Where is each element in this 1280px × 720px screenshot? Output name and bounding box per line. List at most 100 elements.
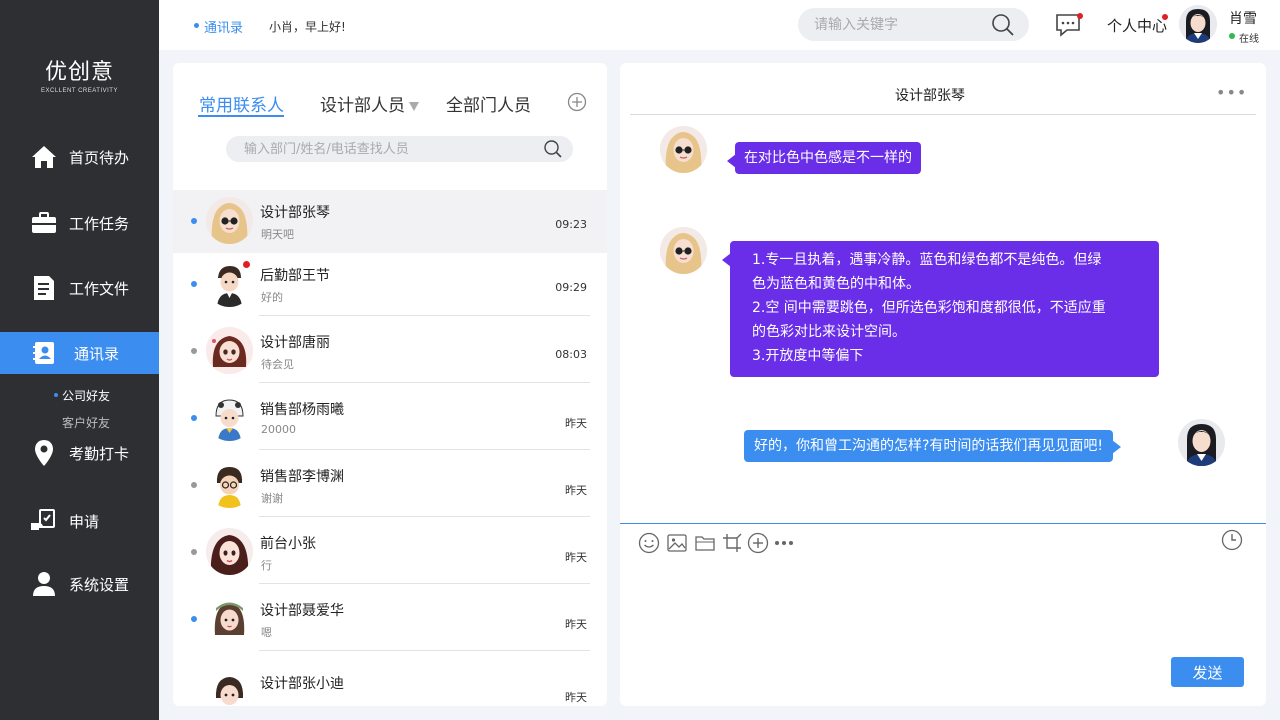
more-options-icon[interactable]: ••• bbox=[1216, 83, 1247, 102]
apply-hand-icon bbox=[30, 507, 58, 535]
message-line: 3.开放度中等偏下 bbox=[752, 348, 864, 364]
emoji-icon[interactable] bbox=[638, 532, 660, 554]
subnav-client-friends[interactable]: 客户好友 bbox=[62, 414, 110, 431]
contact-last-message: 明天吧 bbox=[261, 228, 294, 241]
online-status: 在线 bbox=[1229, 30, 1259, 45]
contact-list-item[interactable]: 后勤部王节 好的 09:29 bbox=[173, 253, 607, 316]
contact-time: 09:29 bbox=[555, 281, 587, 294]
contact-last-message: 好的 bbox=[261, 291, 283, 304]
sidebar-item-label: 申请 bbox=[69, 512, 100, 531]
contact-name: 销售部李博渊 bbox=[260, 469, 344, 485]
sidebar-item-label: 首页待办 bbox=[69, 148, 130, 167]
contact-avatar bbox=[206, 461, 253, 508]
sidebar-item-files[interactable]: 工作文件 bbox=[0, 267, 159, 309]
contact-name: 前台小张 bbox=[260, 536, 316, 552]
logo-text-cn: 优创意 bbox=[44, 60, 114, 85]
contact-last-message: 嗯 bbox=[261, 626, 272, 639]
contact-name: 设计部张琴 bbox=[260, 205, 330, 221]
crop-icon[interactable] bbox=[721, 532, 743, 554]
tab-all-departments[interactable]: 全部门人员 bbox=[446, 91, 531, 116]
user-avatar[interactable] bbox=[1179, 5, 1217, 43]
sidebar-item-label: 通讯录 bbox=[74, 344, 120, 363]
personal-center-link[interactable]: 个人中心 bbox=[1107, 15, 1167, 36]
tab-frequent-contacts[interactable]: 常用联系人 bbox=[199, 91, 284, 116]
search-icon[interactable] bbox=[991, 13, 1015, 37]
message-line: 好的，你和曾工沟通的怎样?有时间的话我们再见见面吧! bbox=[754, 438, 1104, 454]
user-settings-icon bbox=[30, 570, 58, 598]
sidebar: 优创意 EXCLLENT CREATIVITY 首页待办 工作任务 工作文件 通… bbox=[0, 0, 159, 720]
sidebar-item-contacts[interactable]: 通讯录 bbox=[0, 332, 159, 374]
input-divider bbox=[620, 523, 1266, 524]
contact-avatar bbox=[206, 595, 253, 642]
sidebar-item-attendance[interactable]: 考勤打卡 bbox=[0, 432, 159, 474]
logo-text-en: EXCLLENT CREATIVITY bbox=[41, 88, 118, 94]
message-bubble-received: 1.专一且执着，遇事冷静。蓝色和绿色都不是纯色。但绿 色为蓝色和黄色的中和体。 … bbox=[722, 241, 1159, 377]
sender-avatar bbox=[660, 227, 707, 274]
contact-time: 昨天 bbox=[565, 618, 587, 631]
contacts-panel: 常用联系人 设计部人员 全部门人员 设计部张琴 明天吧 09:23 后勤部王节 … bbox=[173, 63, 607, 706]
contact-name: 销售部杨雨曦 bbox=[260, 402, 344, 418]
contact-name: 设计部唐丽 bbox=[260, 335, 330, 351]
subnav-company-friends[interactable]: 公司好友 bbox=[53, 387, 110, 404]
add-circle-icon[interactable] bbox=[747, 532, 769, 554]
contact-avatar bbox=[206, 197, 253, 244]
sidebar-item-apply[interactable]: 申请 bbox=[0, 500, 159, 542]
message-line: 色为蓝色和黄色的中和体。 bbox=[752, 276, 920, 292]
contact-time: 昨天 bbox=[565, 417, 587, 430]
contact-list-item[interactable]: 设计部张小迪 昨天 bbox=[173, 661, 607, 706]
document-icon bbox=[30, 274, 58, 302]
status-dot bbox=[191, 348, 197, 354]
contact-list-item[interactable]: 销售部杨雨曦 20000 昨天 bbox=[173, 387, 607, 450]
sidebar-item-tasks[interactable]: 工作任务 bbox=[0, 202, 159, 244]
status-dot bbox=[191, 616, 197, 622]
message-unread-dot bbox=[1077, 13, 1083, 19]
contact-list-item[interactable]: 设计部聂爱华 嗯 昨天 bbox=[173, 588, 607, 651]
search-icon[interactable] bbox=[543, 139, 563, 159]
contact-time: 09:23 bbox=[555, 218, 587, 231]
contact-list-item[interactable]: 设计部张琴 明天吧 09:23 bbox=[173, 190, 607, 253]
tab-design-dept[interactable]: 设计部人员 bbox=[320, 91, 419, 116]
top-bar: 通讯录 小肖，早上好! 个人中心 肖雪 在线 bbox=[159, 0, 1280, 50]
location-pin-icon bbox=[30, 439, 58, 467]
message-line: 2.空 间中需要跳色，但所选色彩饱和度都很低，不适应重 bbox=[752, 300, 1106, 316]
sidebar-item-settings[interactable]: 系统设置 bbox=[0, 563, 159, 605]
home-icon bbox=[30, 143, 58, 171]
chat-title: 设计部张琴 bbox=[895, 88, 965, 104]
status-dot bbox=[191, 218, 197, 224]
status-dot bbox=[191, 281, 197, 287]
row-divider bbox=[259, 583, 590, 584]
active-tab-underline bbox=[198, 115, 284, 117]
message-line: 在对比色中色感是不一样的 bbox=[744, 150, 912, 166]
contact-avatar bbox=[206, 528, 253, 575]
contact-list-item[interactable]: 前台小张 行 昨天 bbox=[173, 521, 607, 584]
send-button[interactable]: 发送 bbox=[1171, 657, 1244, 687]
folder-icon[interactable] bbox=[694, 532, 716, 554]
contact-last-message: 20000 bbox=[261, 423, 296, 436]
contact-last-message: 谢谢 bbox=[261, 492, 283, 505]
history-clock-icon[interactable] bbox=[1221, 529, 1243, 551]
message-input[interactable] bbox=[634, 563, 1244, 651]
message-bubble-sent: 好的，你和曾工沟通的怎样?有时间的话我们再见见面吧! bbox=[744, 430, 1122, 462]
greeting-text: 小肖，早上好! bbox=[269, 20, 346, 34]
contact-list-item[interactable]: 销售部李博渊 谢谢 昨天 bbox=[173, 454, 607, 517]
briefcase-icon bbox=[30, 209, 58, 237]
status-dot bbox=[191, 415, 197, 421]
add-circle-icon[interactable] bbox=[567, 92, 587, 112]
app-logo: 优创意 EXCLLENT CREATIVITY bbox=[0, 54, 159, 94]
more-icon[interactable] bbox=[773, 532, 795, 554]
sidebar-item-label: 工作文件 bbox=[69, 279, 130, 298]
breadcrumb[interactable]: 通讯录 bbox=[193, 17, 243, 36]
image-icon[interactable] bbox=[666, 532, 688, 554]
contact-search-input[interactable] bbox=[226, 136, 573, 162]
sidebar-item-home[interactable]: 首页待办 bbox=[0, 136, 159, 178]
contact-list-item[interactable]: 设计部唐丽 待会见 08:03 bbox=[173, 320, 607, 383]
contact-last-message: 行 bbox=[261, 559, 272, 572]
contact-last-message: 待会见 bbox=[261, 358, 294, 371]
sidebar-item-label: 系统设置 bbox=[69, 575, 130, 594]
message-bubble-received: 在对比色中色感是不一样的 bbox=[727, 142, 921, 174]
message-line: 1.专一且执着，遇事冷静。蓝色和绿色都不是纯色。但绿 bbox=[752, 252, 1102, 268]
row-divider bbox=[259, 650, 590, 651]
contact-time: 昨天 bbox=[565, 484, 587, 497]
chat-header-divider bbox=[630, 114, 1256, 115]
chat-panel: 设计部张琴 ••• 在对比色中色感是不一样的 1.专一且执着，遇事冷静。蓝色和绿… bbox=[620, 63, 1266, 706]
